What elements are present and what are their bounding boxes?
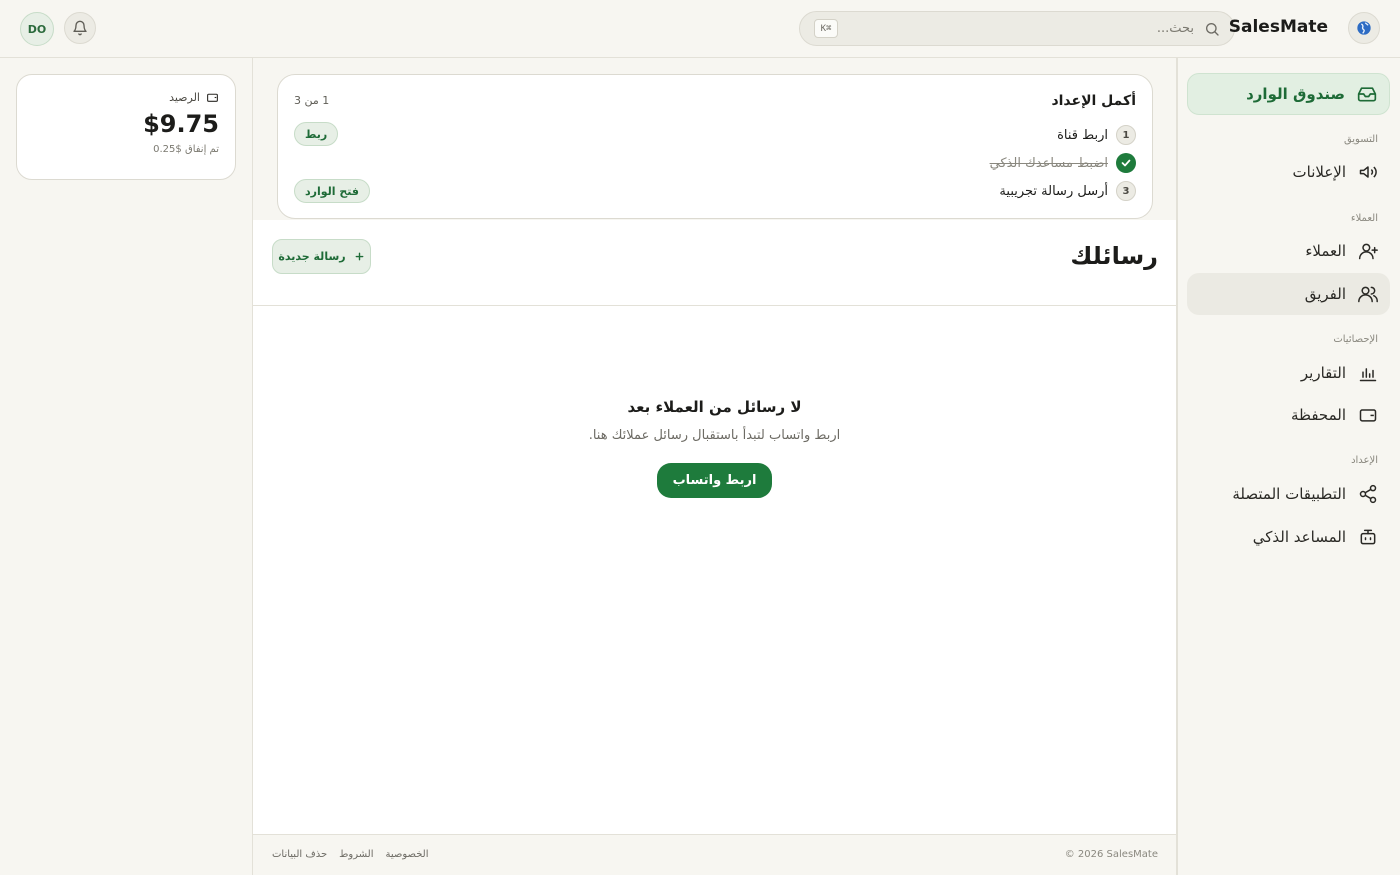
search-bar[interactable]: K⌘ بحث...	[799, 11, 1235, 46]
messages-header: رسائلك رسالة جديدة	[253, 220, 1176, 306]
balance-label: الرصيد	[169, 91, 200, 104]
top-bar: DO K⌘ بحث... SalesMate	[0, 0, 1400, 58]
open-inbox-button[interactable]: فتح الوارد	[294, 179, 370, 203]
main-content: أكمل الإعداد 1 من 3 1 اربط قناة ربط اضبط…	[252, 58, 1177, 875]
sidebar-item-reports[interactable]: التقارير	[1187, 352, 1390, 394]
user-avatar[interactable]: DO	[20, 12, 54, 46]
section-label-customers: العملاء	[1350, 213, 1378, 224]
step-label: اربط قناة	[1057, 127, 1108, 143]
plus-icon	[354, 251, 365, 262]
shortcut-badge: K⌘	[814, 19, 838, 38]
sidebar-item-label: صندوق الوارد	[1246, 85, 1345, 103]
setup-area: أكمل الإعداد 1 من 3 1 اربط قناة ربط اضبط…	[253, 58, 1176, 220]
empty-state: لا رسائل من العملاء بعد اربط واتساب لتبد…	[253, 398, 1176, 498]
setup-step-2: اضبط مساعدك الذكي	[990, 153, 1136, 173]
wallet-icon	[206, 91, 219, 104]
sidebar-item-label: الفريق	[1304, 285, 1346, 303]
sidebar-item-label: التطبيقات المتصلة	[1232, 485, 1346, 503]
balance-amount: $9.75	[143, 110, 219, 138]
step-number: 3	[1116, 181, 1136, 201]
step-label: أرسل رسالة تجريبية	[999, 183, 1108, 199]
setup-title: أكمل الإعداد	[1051, 93, 1136, 109]
copyright: © 2026 SalesMate	[1064, 849, 1158, 860]
sidebar-item-label: المساعد الذكي	[1252, 528, 1346, 546]
sidebar-item-ai-assistant[interactable]: المساعد الذكي	[1187, 516, 1390, 558]
sidebar-item-label: الإعلانات	[1292, 163, 1347, 181]
inbox-icon	[1357, 84, 1377, 104]
section-label-setup: الإعداد	[1351, 455, 1378, 466]
share-icon	[1358, 484, 1378, 504]
check-icon	[1116, 153, 1136, 173]
footer: © 2026 SalesMate الخصوصية الشروط حذف الب…	[253, 834, 1176, 875]
megaphone-icon	[1358, 162, 1378, 182]
sidebar-item-team[interactable]: الفريق	[1187, 273, 1390, 315]
wallet-icon	[1358, 405, 1378, 425]
sidebar-item-label: العملاء	[1305, 242, 1346, 260]
bell-icon	[72, 20, 88, 36]
step-label: اضبط مساعدك الذكي	[989, 155, 1108, 171]
section-label-marketing: التسويق	[1343, 134, 1378, 145]
sidebar-item-label: التقارير	[1300, 364, 1346, 382]
connect-whatsapp-button[interactable]: اربط واتساب	[656, 463, 773, 498]
setup-progress: 1 من 3	[294, 94, 330, 107]
setup-card: أكمل الإعداد 1 من 3 1 اربط قناة ربط اضبط…	[277, 74, 1153, 219]
bar-chart-icon	[1358, 363, 1378, 383]
bot-icon	[1358, 527, 1378, 547]
privacy-link[interactable]: الخصوصية	[385, 849, 428, 860]
connect-channel-button[interactable]: ربط	[294, 122, 339, 146]
sidebar-item-inbox[interactable]: صندوق الوارد	[1187, 73, 1390, 115]
sidebar-item-customers[interactable]: العملاء	[1187, 230, 1390, 272]
page-title: رسائلك	[1070, 242, 1158, 270]
users-icon	[1358, 284, 1378, 304]
sidebar-item-connected-apps[interactable]: التطبيقات المتصلة	[1187, 473, 1390, 515]
sidebar: صندوق الوارد التسويق الإعلانات العملاء ا…	[1177, 58, 1400, 875]
empty-subtitle: اربط واتساب لتبدأ باستقبال رسائل عملائك …	[588, 428, 841, 443]
globe-icon	[1356, 20, 1372, 36]
setup-step-1: 1 اربط قناة	[1057, 125, 1136, 145]
search-icon	[1204, 21, 1220, 37]
language-button[interactable]	[1348, 12, 1380, 44]
step-number: 1	[1116, 125, 1136, 145]
user-plus-icon	[1358, 241, 1378, 261]
notifications-button[interactable]	[64, 12, 96, 44]
terms-link[interactable]: الشروط	[339, 849, 373, 860]
brand-name: SalesMate	[1228, 17, 1328, 37]
section-label-stats: الإحصائيات	[1333, 334, 1378, 345]
footer-links: الخصوصية الشروط حذف البيانات	[272, 849, 428, 860]
sidebar-item-wallet[interactable]: المحفظة	[1187, 394, 1390, 436]
sidebar-item-ads[interactable]: الإعلانات	[1187, 151, 1390, 193]
new-message-label: رسالة جديدة	[278, 250, 346, 263]
delete-data-link[interactable]: حذف البيانات	[272, 849, 327, 860]
avatar-initials: DO	[27, 22, 47, 36]
balance-card: الرصيد $9.75 تم إنفاق $0.25	[16, 74, 236, 180]
new-message-button[interactable]: رسالة جديدة	[272, 239, 371, 274]
balance-spent: تم إنفاق $0.25	[153, 144, 219, 155]
search-placeholder: بحث...	[1156, 21, 1194, 36]
setup-step-3: 3 أرسل رسالة تجريبية	[999, 181, 1136, 201]
empty-title: لا رسائل من العملاء بعد	[627, 398, 802, 416]
sidebar-item-label: المحفظة	[1290, 406, 1346, 424]
